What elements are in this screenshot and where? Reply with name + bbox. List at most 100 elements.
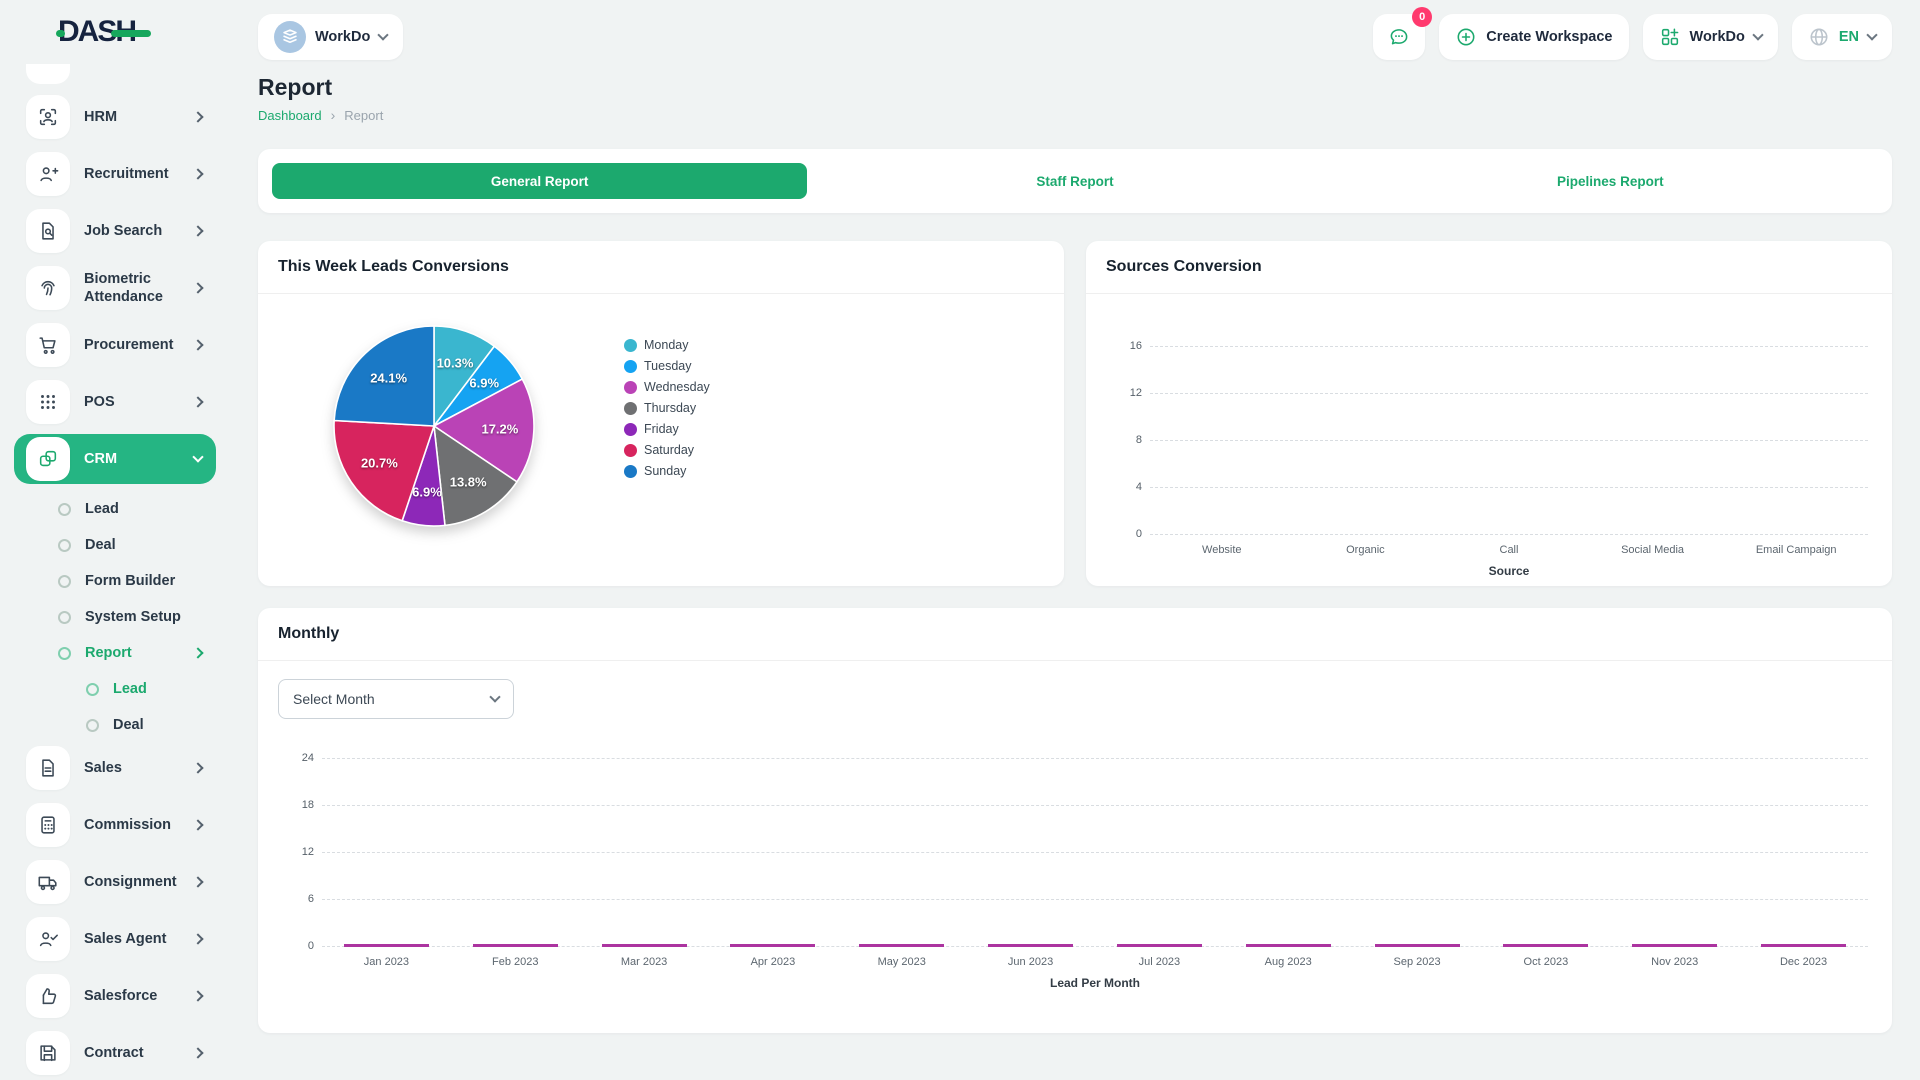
pie-value-label-wednesday: 17.2% [481, 422, 518, 437]
sidebar-subitem-report[interactable]: Report [14, 635, 216, 671]
bar-jun-2023[interactable] [988, 944, 1073, 947]
chevron-right-icon [192, 819, 203, 830]
circle-icon [86, 719, 99, 732]
sidebar-item-sales[interactable]: Sales [14, 743, 216, 793]
contract-icon [26, 1031, 70, 1075]
chevron-right-icon [192, 168, 203, 179]
messages-button[interactable]: 0 [1373, 14, 1425, 60]
bar-may-2023[interactable] [859, 944, 944, 947]
legend-item-saturday[interactable]: Saturday [624, 443, 710, 457]
breadcrumb: Dashboard › Report [258, 107, 1892, 123]
x-tick-label-jul-2023: Jul 2023 [1095, 956, 1224, 968]
workspace-switcher-button[interactable]: WorkDo [258, 14, 403, 60]
sidebar-subitem-deal[interactable]: Deal [14, 707, 216, 743]
logo-dash-bar [111, 30, 151, 37]
chevron-right-icon [192, 990, 203, 1001]
sidebar-subitem-lead[interactable]: Lead [14, 671, 216, 707]
legend-dot-icon [624, 381, 637, 394]
bar-sep-2023[interactable] [1375, 944, 1460, 947]
workspace-switcher-label: WorkDo [315, 29, 370, 45]
weekly-leads-card: This Week Leads Conversions 10.3%6.9%17.… [258, 241, 1064, 586]
x-tick-label-oct-2023: Oct 2023 [1481, 956, 1610, 968]
sidebar-partial-item[interactable] [26, 64, 70, 84]
workspace-grid-icon [1659, 26, 1681, 48]
bar-jan-2023[interactable] [344, 944, 429, 947]
topbar: WorkDo 0 Create Workspace WorkDo EN [230, 0, 1920, 64]
sidebar-item-hrm[interactable]: HRM [14, 92, 216, 142]
sidebar-item-crm[interactable]: CRM [14, 434, 216, 484]
pie-value-label-sunday: 24.1% [370, 371, 407, 386]
chevron-down-icon [378, 29, 389, 40]
y-tick-label: 18 [282, 799, 314, 811]
legend-item-sunday[interactable]: Sunday [624, 464, 710, 478]
language-button[interactable]: EN [1792, 14, 1892, 60]
legend-item-friday[interactable]: Friday [624, 422, 710, 436]
legend-item-tuesday[interactable]: Tuesday [624, 359, 710, 373]
x-tick-label-email-campaign: Email Campaign [1724, 544, 1868, 556]
breadcrumb-dashboard-link[interactable]: Dashboard [258, 108, 322, 123]
sidebar-item-recruitment[interactable]: Recruitment [14, 149, 216, 199]
sidebar-item-job-search[interactable]: Job Search [14, 206, 216, 256]
messages-badge: 0 [1412, 7, 1432, 27]
sidebar-subitem-system-setup[interactable]: System Setup [14, 599, 216, 635]
pos-icon [26, 380, 70, 424]
sidebar-item-salesforce[interactable]: Salesforce [14, 971, 216, 1021]
x-tick-label-organic: Organic [1294, 544, 1438, 556]
breadcrumb-current: Report [344, 108, 383, 123]
workspace-avatar [274, 21, 306, 53]
sidebar-item-consignment[interactable]: Consignment [14, 857, 216, 907]
globe-icon [1808, 26, 1830, 48]
sidebar-item-biometric-attendance[interactable]: Biometric Attendance [14, 263, 216, 313]
y-tick-label: 24 [282, 752, 314, 764]
sidebar-subitem-lead[interactable]: Lead [14, 491, 216, 527]
legend-dot-icon [624, 360, 637, 373]
job-search-icon [26, 209, 70, 253]
legend-dot-icon [624, 402, 637, 415]
tab-general-report[interactable]: General Report [272, 163, 807, 199]
tab-pipelines-report[interactable]: Pipelines Report [1343, 163, 1878, 199]
consignment-icon [26, 860, 70, 904]
legend-dot-icon [624, 465, 637, 478]
monthly-card: Monthly Select Month 06121824 Jan 2023Fe… [258, 608, 1892, 1033]
y-tick-label: 4 [1110, 481, 1142, 493]
pie-legend: Monday Tuesday Wednesday Thursday Friday… [624, 338, 710, 478]
tab-staff-report[interactable]: Staff Report [807, 163, 1342, 199]
sidebar-item-pos[interactable]: POS [14, 377, 216, 427]
bar-nov-2023[interactable] [1632, 944, 1717, 947]
language-label: EN [1839, 29, 1859, 45]
chevron-right-icon [192, 762, 203, 773]
bar-dec-2023[interactable] [1761, 944, 1846, 947]
chevron-right-icon [192, 876, 203, 887]
bar-apr-2023[interactable] [730, 944, 815, 947]
building-avatar-icon [279, 26, 301, 48]
main-area: WorkDo 0 Create Workspace WorkDo EN [230, 0, 1920, 1080]
create-workspace-button[interactable]: Create Workspace [1439, 14, 1628, 60]
chevron-down-icon [192, 451, 203, 462]
pie-value-label-saturday: 20.7% [361, 456, 398, 471]
workspace-menu-button[interactable]: WorkDo [1643, 14, 1778, 60]
sidebar-item-contract[interactable]: Contract [14, 1028, 216, 1078]
sidebar-item-procurement[interactable]: Procurement [14, 320, 216, 370]
pie-value-label-thursday: 13.8% [450, 475, 487, 490]
bar-oct-2023[interactable] [1503, 944, 1588, 947]
legend-item-monday[interactable]: Monday [624, 338, 710, 352]
bar-jul-2023[interactable] [1117, 944, 1202, 947]
salesforce-icon [26, 974, 70, 1018]
sidebar-item-commission[interactable]: Commission [14, 800, 216, 850]
legend-item-wednesday[interactable]: Wednesday [624, 380, 710, 394]
x-tick-label-social-media: Social Media [1581, 544, 1725, 556]
sidebar-subitem-form-builder[interactable]: Form Builder [14, 563, 216, 599]
commission-icon [26, 803, 70, 847]
sources-conversion-card: Sources Conversion 0481216 WebsiteOrgani… [1086, 241, 1892, 586]
chevron-right-icon [192, 225, 203, 236]
x-tick-label-jan-2023: Jan 2023 [322, 956, 451, 968]
sidebar-item-sales-agent[interactable]: Sales Agent [14, 914, 216, 964]
logo[interactable]: DASH [0, 0, 230, 64]
circle-icon [58, 647, 71, 660]
legend-item-thursday[interactable]: Thursday [624, 401, 710, 415]
select-month-dropdown[interactable]: Select Month [278, 679, 514, 719]
bar-mar-2023[interactable] [602, 944, 687, 947]
bar-feb-2023[interactable] [473, 944, 558, 947]
bar-aug-2023[interactable] [1246, 944, 1331, 947]
sidebar-subitem-deal[interactable]: Deal [14, 527, 216, 563]
